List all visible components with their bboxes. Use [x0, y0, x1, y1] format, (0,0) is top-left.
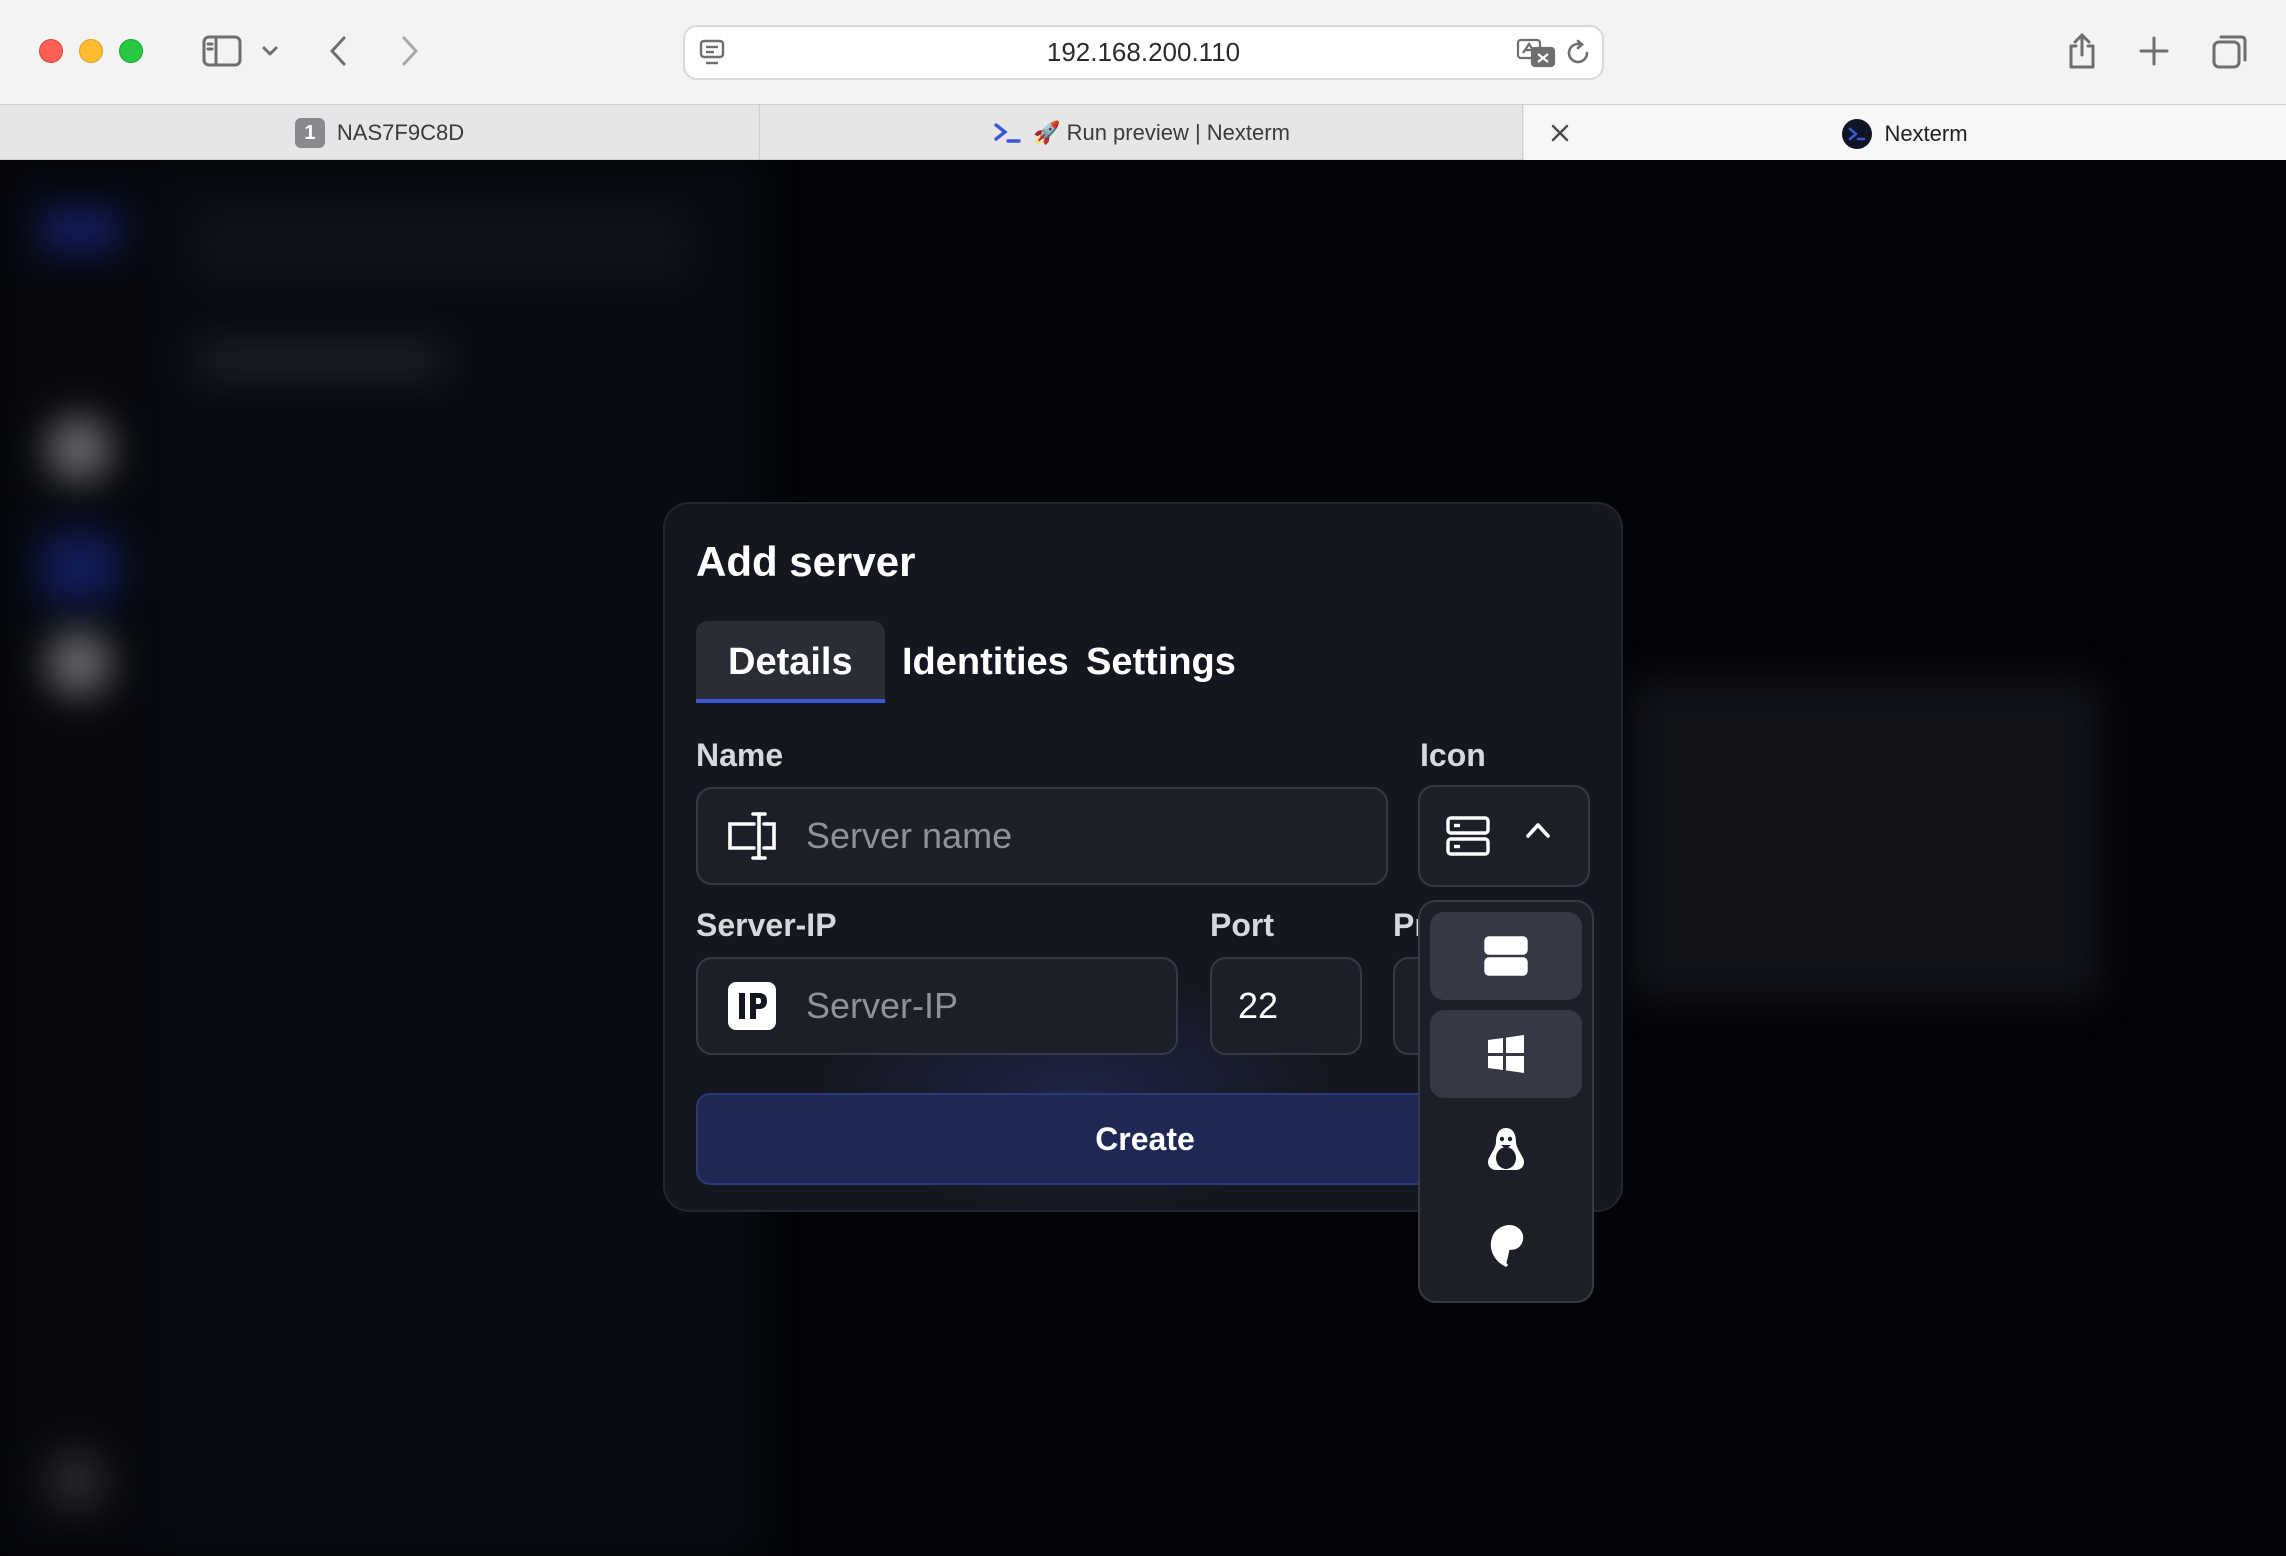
new-tab-icon[interactable] — [2134, 28, 2174, 74]
url-text: 192.168.200.110 — [1046, 37, 1241, 67]
tab-bar: 1 NAS7F9C8D 🚀 Run preview | Nexterm Next… — [0, 104, 2286, 162]
server-icon — [1484, 936, 1528, 976]
name-label: Name — [696, 737, 784, 773]
browser-tab-nexterm-active[interactable]: Nexterm — [1524, 105, 2286, 162]
tab-settings[interactable]: Settings — [1054, 621, 1268, 703]
tab-label: NAS7F9C8D — [336, 120, 465, 145]
server-icon — [1446, 816, 1490, 861]
port-field[interactable]: 22 — [1210, 957, 1362, 1055]
browser-tab-run-preview[interactable]: 🚀 Run preview | Nexterm — [761, 105, 1523, 161]
server-ip-field[interactable]: Server-IP — [696, 957, 1178, 1055]
translate-icon[interactable] — [1516, 38, 1556, 73]
port-label: Port — [1210, 907, 1274, 943]
tab-overview-icon[interactable] — [2208, 28, 2252, 74]
chevron-up-icon — [1524, 820, 1552, 845]
page: 192.168.200.110 1 NAS7F9C8D 🚀 Run previe… — [0, 0, 2286, 1556]
server-name-field[interactable]: Server name — [696, 787, 1388, 885]
forward-arrow-icon[interactable] — [392, 28, 428, 74]
server-ip-placeholder: Server-IP — [806, 985, 959, 1026]
text-cursor-icon — [724, 808, 780, 864]
address-bar[interactable]: 192.168.200.110 — [683, 25, 1604, 80]
debian-icon — [1490, 1225, 1524, 1267]
icon-label: Icon — [1420, 737, 1486, 773]
chevron-down-icon[interactable] — [258, 28, 282, 74]
icon-option-linux[interactable] — [1430, 1106, 1582, 1194]
browser-toolbar: 192.168.200.110 — [0, 0, 2286, 104]
ip-icon — [724, 978, 780, 1034]
reload-icon[interactable] — [1564, 39, 1592, 72]
close-window-button[interactable] — [39, 39, 63, 63]
back-arrow-icon[interactable] — [320, 28, 356, 74]
server-ip-label: Server-IP — [696, 907, 837, 943]
nexterm-favicon-icon — [1842, 118, 1873, 149]
port-value: 22 — [1238, 985, 1279, 1026]
sidebar-toggle-icon[interactable] — [194, 28, 250, 74]
tab-badge: 1 — [294, 118, 325, 148]
icon-option-server[interactable] — [1430, 912, 1582, 1000]
browser-tab-nas[interactable]: 1 NAS7F9C8D — [0, 105, 760, 161]
linux-icon — [1487, 1128, 1525, 1170]
server-name-placeholder: Server name — [806, 815, 1013, 856]
close-tab-icon[interactable] — [1548, 121, 1572, 145]
icon-option-windows[interactable] — [1430, 1010, 1582, 1098]
icon-option-debian[interactable] — [1430, 1200, 1582, 1288]
icon-options-list — [1418, 900, 1594, 1303]
tab-label: 🚀 Run preview | Nexterm — [1033, 120, 1290, 145]
tab-label: Nexterm — [1884, 120, 1968, 146]
windows-icon — [1488, 1035, 1524, 1073]
tab-details[interactable]: Details — [696, 621, 885, 703]
icon-select[interactable] — [1418, 785, 1590, 887]
nexterm-prompt-icon — [993, 122, 1021, 144]
dialog-title: Add server — [696, 538, 916, 585]
share-icon[interactable] — [2062, 28, 2102, 74]
minimize-window-button[interactable] — [79, 39, 103, 63]
maximize-window-button[interactable] — [119, 39, 143, 63]
